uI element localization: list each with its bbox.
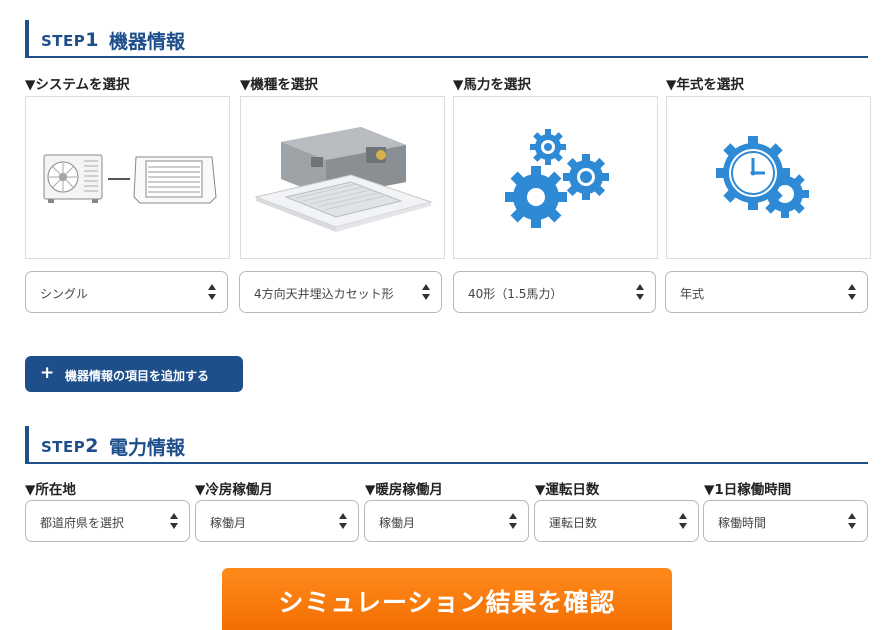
- cooling-months-value: 稼働月: [210, 516, 247, 530]
- horsepower-select-label: ▼馬力を選択: [453, 77, 531, 93]
- clock-gear-icon: [716, 136, 809, 218]
- location-select[interactable]: 都道府県を選択: [25, 500, 190, 542]
- select-arrows-icon: [422, 282, 430, 302]
- daily-hours-select[interactable]: 稼働時間: [703, 500, 868, 542]
- plus-icon: +: [40, 363, 55, 383]
- system-select[interactable]: シングル: [25, 271, 228, 313]
- select-arrows-icon: [170, 511, 178, 531]
- select-arrows-icon: [848, 282, 856, 302]
- heating-months-select[interactable]: 稼働月: [364, 500, 529, 542]
- select-arrows-icon: [848, 511, 856, 531]
- ceiling-cassette-unit-image: [254, 127, 433, 232]
- gears-icon: [505, 129, 609, 228]
- operating-days-label: ▼運転日数: [535, 482, 600, 498]
- step1-step-tag: STEP1: [41, 29, 100, 51]
- heating-months-value: 稼働月: [379, 516, 416, 530]
- model-select-label: ▼機種を選択: [240, 77, 318, 93]
- select-arrows-icon: [636, 282, 644, 302]
- model-select[interactable]: 4方向天井埋込カセット形: [239, 271, 442, 313]
- select-arrows-icon: [339, 511, 347, 531]
- operating-days-select[interactable]: 運転日数: [534, 500, 699, 542]
- step2-title: 電力情報: [109, 437, 186, 459]
- step2-step-tag: STEP2: [41, 435, 100, 457]
- outdoor-unit-and-cassette-icon: [43, 154, 217, 204]
- operating-days-value: 運転日数: [549, 516, 598, 530]
- location-label: ▼所在地: [25, 482, 76, 498]
- select-arrows-icon: [208, 282, 216, 302]
- heating-months-label: ▼暖房稼働月: [365, 482, 443, 498]
- system-image-card: [25, 96, 230, 259]
- system-select-label: ▼システムを選択: [25, 77, 130, 93]
- step1-title: 機器情報: [109, 31, 186, 53]
- cooling-months-select[interactable]: 稼働月: [195, 500, 359, 542]
- cooling-months-label: ▼冷房稼働月: [195, 482, 273, 498]
- year-select[interactable]: 年式: [665, 271, 868, 313]
- horsepower-image-card: [453, 96, 658, 259]
- year-select-label: ▼年式を選択: [666, 77, 744, 93]
- year-select-value: 年式: [680, 287, 705, 301]
- select-arrows-icon: [509, 511, 517, 531]
- simulation-result-button[interactable]: シミュレーション結果を確認: [222, 568, 672, 630]
- step1-heading: STEP1 機器情報: [25, 20, 868, 58]
- select-arrows-icon: [679, 511, 687, 531]
- simulation-result-label: シミュレーション結果を確認: [278, 588, 616, 617]
- step2-heading: STEP2 電力情報: [25, 426, 868, 464]
- daily-hours-value: 稼働時間: [718, 516, 767, 530]
- model-select-value: 4方向天井埋込カセット形: [254, 287, 394, 301]
- horsepower-select[interactable]: 40形（1.5馬力）: [453, 271, 656, 313]
- add-equipment-button[interactable]: + 機器情報の項目を追加する: [25, 356, 243, 392]
- add-equipment-label: 機器情報の項目を追加する: [65, 369, 210, 383]
- horsepower-select-value: 40形（1.5馬力）: [468, 287, 563, 301]
- daily-hours-label: ▼1日稼働時間: [704, 482, 792, 498]
- system-select-value: シングル: [40, 287, 89, 301]
- year-image-card: [666, 96, 871, 259]
- model-image-card: [240, 96, 445, 259]
- location-select-value: 都道府県を選択: [40, 516, 125, 530]
